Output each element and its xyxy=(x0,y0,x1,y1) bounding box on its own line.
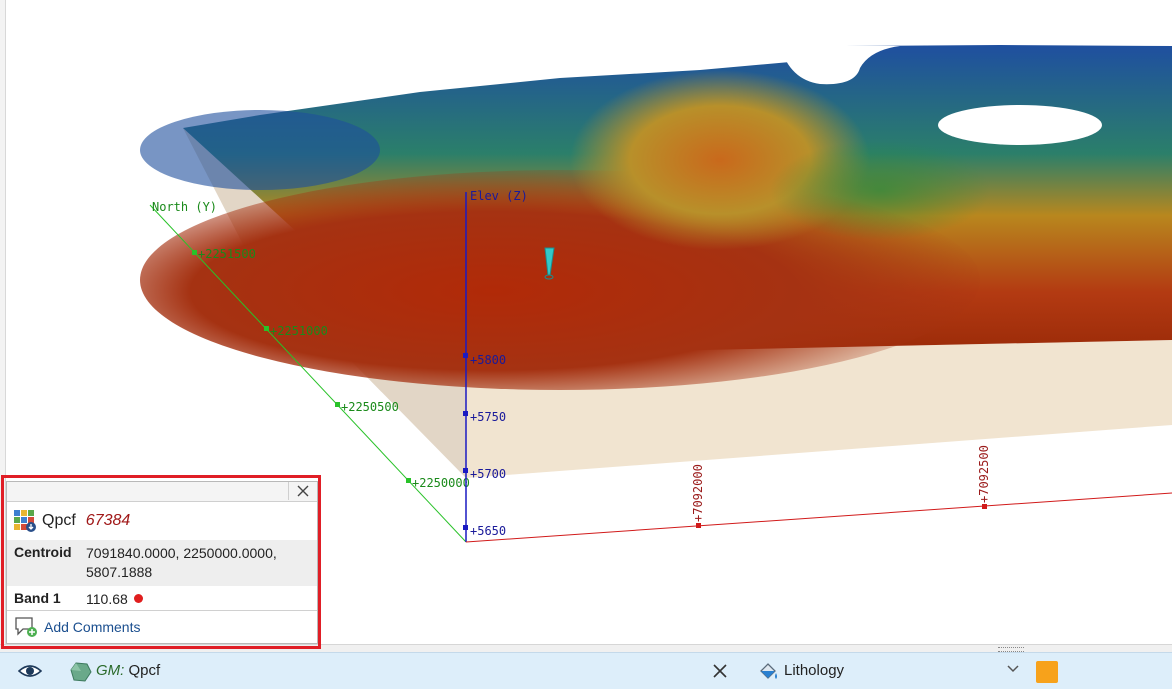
east-tick-2: +7092500 xyxy=(977,445,991,503)
elev-axis-label: Elev (Z) xyxy=(470,189,528,203)
north-tick-4: +2250000 xyxy=(412,476,470,490)
north-tick-1: +2251500 xyxy=(198,247,256,261)
north-axis-label: North (Y) xyxy=(152,200,217,214)
elev-tick-3: +5700 xyxy=(470,467,506,481)
status-bar: GM: Qpcf Lithology xyxy=(0,652,1172,689)
close-icon[interactable] xyxy=(712,663,728,679)
colour-by-label: Lithology xyxy=(784,662,845,679)
colour-swatch[interactable] xyxy=(1036,661,1058,683)
elev-tick-4: +5650 xyxy=(470,524,506,538)
north-tick-3: +2250500 xyxy=(341,400,399,414)
chevron-down-icon[interactable] xyxy=(1006,664,1020,674)
elev-tick-1: +5800 xyxy=(470,353,506,367)
geo-model-icon xyxy=(70,662,92,682)
eye-icon[interactable] xyxy=(18,662,42,680)
paint-bucket-icon xyxy=(760,663,777,679)
north-tick-2: +2251000 xyxy=(270,324,328,338)
east-tick-1: +7092000 xyxy=(691,464,705,522)
elev-tick-2: +5750 xyxy=(470,410,506,424)
highlight-frame xyxy=(1,475,321,649)
geo-model-label: GM: Qpcf xyxy=(96,662,161,679)
surface-hole-right xyxy=(938,105,1102,145)
